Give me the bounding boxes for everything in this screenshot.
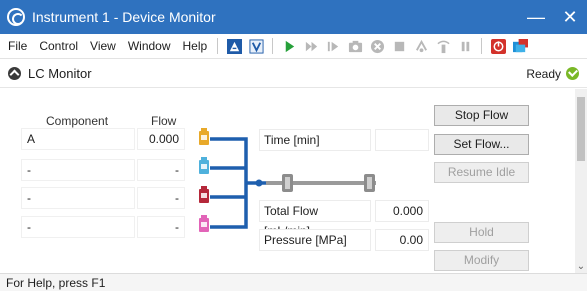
scroll-down-icon[interactable]: ⌄ xyxy=(575,261,587,273)
menu-bar: File Control View Window Help xyxy=(0,34,587,59)
time-value xyxy=(375,129,429,151)
fast-forward-icon[interactable] xyxy=(301,36,321,56)
menu-file[interactable]: File xyxy=(0,34,33,59)
pause-icon[interactable] xyxy=(455,36,475,56)
pump-tower-icon[interactable] xyxy=(433,36,453,56)
toolbar-separator xyxy=(272,38,274,54)
menu-window[interactable]: Window xyxy=(122,34,177,59)
set-flow-button[interactable]: Set Flow... xyxy=(434,134,529,155)
hold-button[interactable]: Hold xyxy=(434,222,529,243)
menu-view[interactable]: View xyxy=(84,34,122,59)
instrument-config-icon[interactable] xyxy=(510,36,530,56)
stop-icon[interactable] xyxy=(389,36,409,56)
window-title: Instrument 1 - Device Monitor xyxy=(32,9,216,25)
flow-cell: 0.000 xyxy=(137,128,185,150)
vertical-scrollbar[interactable]: ⌄ xyxy=(575,89,587,273)
status-label: Ready xyxy=(526,67,561,81)
component-cell: - xyxy=(21,216,135,238)
toolbar-separator xyxy=(217,38,219,54)
minimize-button[interactable]: — xyxy=(519,0,553,34)
pause-resume-icon[interactable] xyxy=(411,36,431,56)
title-bar: Instrument 1 - Device Monitor — ✕ xyxy=(0,0,587,34)
instrument-logo-icon xyxy=(7,8,25,26)
panel-title: LC Monitor xyxy=(28,66,92,81)
total-flow-label: Total Flow [mL/min] xyxy=(259,200,371,238)
stop-all-icon[interactable] xyxy=(488,36,508,56)
lc-monitor-panel: Component Flow A 0.000 - - - - - - Time … xyxy=(0,89,575,286)
flow-cell: - xyxy=(137,216,185,238)
stop-flow-button[interactable]: Stop Flow xyxy=(434,105,529,126)
flow-cell: - xyxy=(137,159,185,181)
mixer-node xyxy=(255,179,263,187)
flow-header: Flow xyxy=(151,114,177,128)
panel-header: LC Monitor Ready xyxy=(0,60,587,88)
resume-idle-button[interactable]: Resume Idle xyxy=(434,162,529,183)
flow-cell: - xyxy=(137,187,185,209)
instrument-status-icon[interactable] xyxy=(224,36,244,56)
menu-control[interactable]: Control xyxy=(33,34,84,59)
pressure-value: 0.00 xyxy=(375,229,429,251)
component-cell: A xyxy=(21,128,135,150)
status-bar: For Help, press F1 xyxy=(0,273,587,291)
modify-gradient-button[interactable]: Modify Gradient... xyxy=(434,250,529,286)
pressure-label: Pressure [MPa] xyxy=(259,229,371,251)
abort-icon[interactable] xyxy=(367,36,387,56)
audit-trail-icon[interactable] xyxy=(246,36,266,56)
component-cell: - xyxy=(21,187,135,209)
time-label: Time [min] xyxy=(259,129,371,151)
menu-help[interactable]: Help xyxy=(177,34,214,59)
toolbar-separator xyxy=(481,38,483,54)
ready-check-icon xyxy=(566,67,579,80)
close-button[interactable]: ✕ xyxy=(553,0,587,34)
snapshot-icon[interactable] xyxy=(345,36,365,56)
run-next-icon[interactable] xyxy=(323,36,343,56)
play-icon[interactable] xyxy=(279,36,299,56)
collapse-icon[interactable] xyxy=(8,67,21,80)
total-flow-value: 0.000 xyxy=(375,200,429,222)
component-header: Component xyxy=(46,114,109,128)
scrollbar-thumb[interactable] xyxy=(577,97,585,161)
component-cell: - xyxy=(21,159,135,181)
